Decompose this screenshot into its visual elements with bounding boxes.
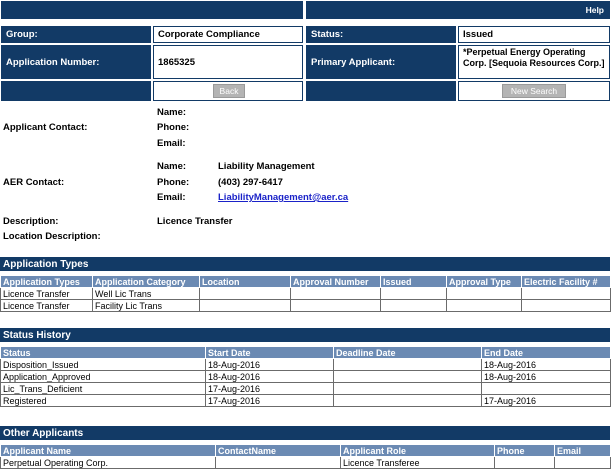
table-cell: 17-Aug-2016 (205, 382, 334, 395)
table-cell (333, 382, 482, 395)
group-label: Group: (1, 26, 151, 43)
application-number-value: 1865325 (153, 45, 303, 79)
table-cell: Lic_Trans_Deficient (0, 382, 206, 395)
table-cell (290, 299, 381, 312)
table-cell (446, 299, 522, 312)
table-header-row: Applicant Name ContactName Applicant Role P… (0, 444, 611, 457)
column-header: Electric Facility # (521, 275, 611, 288)
column-header: Issued (380, 275, 447, 288)
application-types-table: Application Types Application Category Loc… (0, 275, 611, 312)
table-cell: Facility Lic Trans (92, 299, 200, 312)
application-number-label: Application Number: (1, 45, 151, 79)
table-cell: Application_Approved (0, 370, 206, 383)
applicant-contact-label: Applicant Contact: (3, 122, 88, 133)
table-cell (333, 370, 482, 383)
table-cell (494, 456, 555, 469)
back-button[interactable]: Back (213, 84, 245, 98)
column-header: Location (199, 275, 291, 288)
table-cell: 18-Aug-2016 (205, 370, 334, 383)
table-row: Application_Approved 18-Aug-2016 18-Aug-20… (0, 370, 611, 383)
column-header: Deadline Date (333, 346, 482, 359)
status-history-heading: Status History (0, 328, 610, 342)
table-row: Disposition_Issued 18-Aug-2016 18-Aug-2016 (0, 358, 611, 371)
column-header: ContactName (215, 444, 341, 457)
table-cell (215, 456, 341, 469)
table-cell: 18-Aug-2016 (481, 358, 611, 371)
aer-email-label: Email: (157, 192, 186, 203)
table-cell (521, 299, 611, 312)
aer-name-label: Name: (157, 161, 187, 172)
column-header: Status (0, 346, 206, 359)
top-bar-right: Help (306, 1, 610, 19)
table-cell: 17-Aug-2016 (481, 394, 611, 407)
table-cell (333, 394, 482, 407)
table-header-row: Status Start Date Deadline Date End Date (0, 346, 611, 359)
applicant-email-label: Email: (157, 138, 186, 149)
table-cell (333, 358, 482, 371)
status-value: Issued (458, 26, 610, 43)
table-cell (380, 299, 447, 312)
table-cell (446, 287, 522, 300)
column-header: Applicant Name (0, 444, 216, 457)
new-search-button[interactable]: New Search (502, 84, 566, 98)
table-cell (481, 382, 611, 395)
help-link[interactable]: Help (586, 5, 604, 15)
table-cell (199, 287, 291, 300)
table-cell: Registered (0, 394, 206, 407)
aer-contact-label: AER Contact: (3, 177, 65, 188)
table-row: Registered 17-Aug-2016 17-Aug-2016 (0, 394, 611, 407)
table-cell (521, 287, 611, 300)
column-header: Phone (494, 444, 555, 457)
applicant-name-label: Name: (157, 107, 187, 118)
application-types-heading: Application Types (0, 257, 610, 271)
column-header: Approval Number (290, 275, 381, 288)
applicant-phone-label: Phone: (157, 122, 190, 133)
column-header: Email (554, 444, 611, 457)
button-row-right-label (306, 81, 456, 101)
description-label: Description: (3, 216, 59, 227)
table-header-row: Application Types Application Category Loc… (0, 275, 611, 288)
location-description-label: Location Description: (3, 231, 101, 242)
primary-applicant-value: *Perpetual Energy Operating Corp. [Sequo… (458, 45, 610, 79)
group-value: Corporate Compliance (153, 26, 303, 43)
table-row: Lic_Trans_Deficient 17-Aug-2016 (0, 382, 611, 395)
top-bar-left (1, 1, 303, 19)
table-cell: Well Lic Trans (92, 287, 200, 300)
column-header: Applicant Role (340, 444, 495, 457)
table-cell: Licence Transferee (340, 456, 495, 469)
aer-phone-value: (403) 297-6417 (218, 177, 283, 188)
table-cell (380, 287, 447, 300)
table-cell: Disposition_Issued (0, 358, 206, 371)
table-cell (199, 299, 291, 312)
table-cell: 18-Aug-2016 (481, 370, 611, 383)
table-cell: 17-Aug-2016 (205, 394, 334, 407)
table-cell: Perpetual Operating Corp. (0, 456, 216, 469)
description-value: Licence Transfer (157, 216, 233, 227)
column-header: Approval Type (446, 275, 522, 288)
status-history-table: Status Start Date Deadline Date End Date Di… (0, 346, 611, 407)
table-cell (290, 287, 381, 300)
column-header: Start Date (205, 346, 334, 359)
table-row: Licence Transfer Well Lic Trans (0, 287, 611, 300)
button-row-left (1, 81, 151, 101)
table-cell: Licence Transfer (0, 299, 93, 312)
aer-phone-label: Phone: (157, 177, 190, 188)
column-header: Application Types (0, 275, 93, 288)
table-cell: Licence Transfer (0, 287, 93, 300)
primary-applicant-label: Primary Applicant: (306, 45, 456, 79)
aer-email-link[interactable]: LiabilityManagement@aer.ca (218, 192, 348, 203)
table-cell (554, 456, 611, 469)
table-cell: 18-Aug-2016 (205, 358, 334, 371)
column-header: End Date (481, 346, 611, 359)
other-applicants-heading: Other Applicants (0, 426, 610, 440)
table-row: Licence Transfer Facility Lic Trans (0, 299, 611, 312)
table-row: Perpetual Operating Corp. Licence Transfe… (0, 456, 611, 469)
other-applicants-table: Applicant Name ContactName Applicant Role P… (0, 444, 611, 469)
column-header: Application Category (92, 275, 200, 288)
status-label: Status: (306, 26, 456, 43)
aer-name-value: Liability Management (218, 161, 315, 172)
